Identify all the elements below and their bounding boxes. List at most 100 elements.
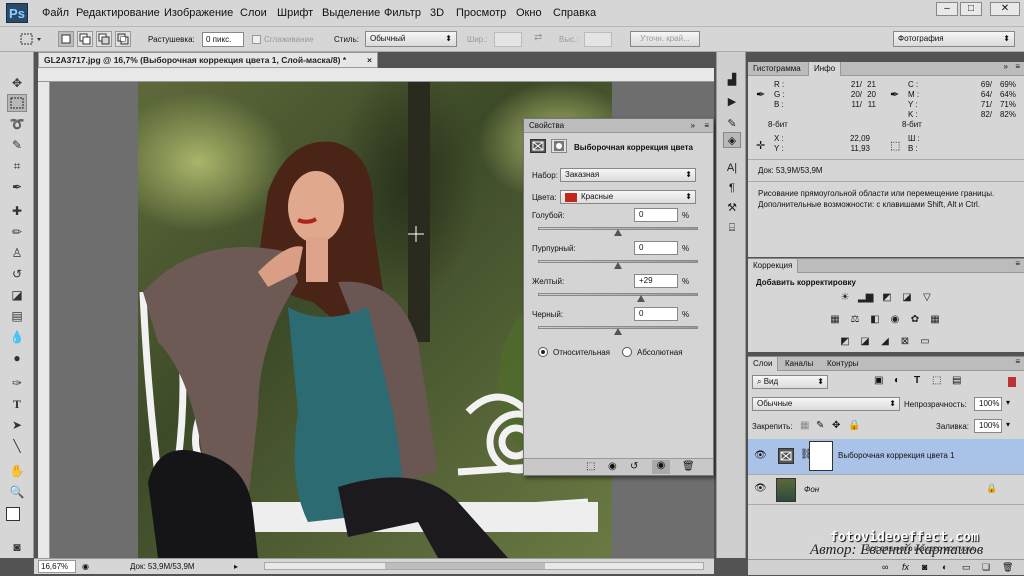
slider-value-input[interactable]: +29 — [634, 274, 678, 288]
slider-thumb[interactable] — [637, 295, 646, 302]
filter-shape-icon[interactable]: ⬚ — [932, 375, 941, 386]
reset-icon[interactable]: ↺ — [630, 461, 638, 472]
slider-value-input[interactable]: 0 — [634, 208, 678, 222]
slider-thumb[interactable] — [614, 229, 622, 236]
workspace-select[interactable]: Фотография ⬍ — [893, 31, 1015, 47]
lock-all-icon[interactable]: 🔒 — [848, 420, 860, 431]
channel-mixer-icon[interactable]: ✿ — [908, 314, 922, 326]
absolute-radio[interactable] — [622, 347, 632, 357]
new-group-icon[interactable]: ▭ — [962, 562, 971, 573]
tab-histogram[interactable]: Гистограмма — [748, 62, 806, 76]
history-brush-tool-icon[interactable]: ↺ — [7, 265, 27, 283]
filter-pixel-icon[interactable]: ▣ — [874, 375, 883, 386]
close-button[interactable]: ✕ — [990, 2, 1020, 16]
refine-edge-button[interactable]: Уточн. край... — [630, 31, 700, 47]
play-icon[interactable]: ▶ — [723, 94, 741, 110]
line-tool-icon[interactable]: ╲ — [7, 437, 27, 455]
slider-thumb[interactable] — [614, 262, 622, 269]
scroll-thumb[interactable] — [385, 563, 545, 569]
filter-toggle[interactable] — [1008, 377, 1016, 387]
opacity-input[interactable]: 100% — [974, 397, 1002, 411]
style-select[interactable]: Обычный ⬍ — [365, 31, 457, 47]
eye-icon[interactable]: 👁 — [754, 483, 767, 494]
color-lookup-icon[interactable]: ▦ — [928, 314, 942, 326]
vibrance-icon[interactable]: ▽ — [920, 292, 934, 304]
document-tab[interactable]: GL2A3717.jpg @ 16,7% (Выборочная коррекц… — [38, 52, 378, 68]
slider-value-input[interactable]: 0 — [634, 241, 678, 255]
panel-menu-icon[interactable]: ≡ — [1015, 357, 1020, 366]
menu-type[interactable]: Шрифт — [277, 7, 313, 19]
blur-tool-icon[interactable]: 💧 — [7, 328, 27, 346]
layer-mask-thumbnail[interactable] — [809, 441, 833, 471]
tab-channels[interactable]: Каналы — [780, 357, 818, 371]
levels-icon[interactable]: ▂▆ — [858, 292, 873, 304]
status-arrow-icon[interactable]: ▸ — [234, 559, 238, 574]
swap-icon[interactable]: ⇄ — [534, 32, 542, 43]
relative-radio[interactable] — [538, 347, 548, 357]
lock-transparent-icon[interactable]: ▦ — [800, 420, 809, 431]
zoom-field[interactable]: 16,67% — [38, 560, 76, 573]
gradient-map-icon[interactable]: ▭ — [918, 336, 932, 348]
rect-marquee-tool-icon[interactable] — [7, 94, 27, 112]
menu-select[interactable]: Выделение — [322, 7, 380, 19]
color-balance-icon[interactable]: ⚖ — [848, 314, 862, 326]
add-mask-icon[interactable]: ◙ — [922, 562, 927, 572]
hue-saturation-icon[interactable]: ▦ — [828, 314, 842, 326]
brush-preset-icon[interactable]: ✎ — [723, 116, 741, 132]
panel-menu-icon[interactable]: ≡ — [1015, 259, 1020, 268]
adjustments-icon[interactable]: ◈ — [723, 132, 741, 148]
new-selection-button[interactable] — [58, 31, 74, 47]
menu-edit[interactable]: Редактирование — [76, 7, 160, 19]
healing-brush-tool-icon[interactable]: ✚ — [7, 202, 27, 220]
new-adjustment-icon[interactable]: ◐ — [942, 562, 947, 572]
fill-input[interactable]: 100% — [974, 419, 1002, 433]
subtract-selection-button[interactable] — [96, 31, 112, 47]
maximize-button[interactable]: □ — [960, 2, 982, 16]
tab-layers[interactable]: Слои — [748, 357, 779, 371]
opacity-arrow-icon[interactable]: ▾ — [1006, 398, 1010, 407]
swatches-icon[interactable]: A| — [723, 160, 741, 176]
black-white-icon[interactable]: ◧ — [868, 314, 882, 326]
filter-smart-icon[interactable]: ▤ — [952, 375, 961, 386]
add-selection-button[interactable] — [77, 31, 93, 47]
invert-icon[interactable]: ◩ — [838, 336, 852, 348]
fx-icon[interactable]: fx — [902, 562, 909, 572]
menu-layers[interactable]: Слои — [240, 7, 267, 19]
layer-name[interactable]: Фон — [804, 485, 819, 494]
clone-stamp-tool-icon[interactable]: ♙ — [7, 244, 27, 262]
selective-color-adj-icon[interactable]: ⊠ — [898, 336, 912, 348]
new-layer-icon[interactable]: ❏ — [982, 562, 990, 573]
slider-value-input[interactable]: 0 — [634, 307, 678, 321]
tab-adjustments[interactable]: Коррекция — [748, 259, 799, 273]
blend-mode-select[interactable]: Обычные ⬍ — [752, 397, 900, 411]
gradient-tool-icon[interactable]: ▤ — [7, 307, 27, 325]
tab-info[interactable]: Инфо — [808, 62, 842, 76]
tool-presets-icon[interactable]: ⚒ — [723, 200, 741, 216]
layer-row-selective-color[interactable]: 👁 ⛓ Выборочная коррекция цвета 1 — [748, 439, 1024, 475]
delete-layer-icon[interactable]: 🗑 — [1002, 562, 1013, 573]
eye-icon[interactable]: 👁 — [754, 450, 767, 461]
feather-input[interactable]: 0 пикс. — [202, 32, 244, 47]
foreground-color-swatch[interactable] — [6, 507, 20, 521]
width-input[interactable] — [494, 32, 522, 47]
zoom-tool-icon[interactable]: 🔍 — [7, 483, 27, 501]
menu-3d[interactable]: 3D — [430, 7, 444, 19]
histogram-icon[interactable]: ▟ — [723, 72, 741, 88]
lock-position-icon[interactable]: ✥ — [832, 420, 840, 431]
menu-view[interactable]: Просмотр — [456, 7, 506, 19]
eyedropper-tool-icon[interactable]: ✒ — [7, 178, 27, 196]
filter-adjustment-icon[interactable]: ◐ — [894, 375, 900, 386]
menu-filter[interactable]: Фильтр — [384, 7, 421, 19]
menu-window[interactable]: Окно — [516, 7, 542, 19]
panel-menu-icon[interactable]: ≡ — [704, 119, 709, 132]
pen-tool-icon[interactable]: ✑ — [7, 374, 27, 392]
layer-filter-select[interactable]: ⌕ Вид ⬍ — [752, 375, 828, 389]
lock-image-icon[interactable]: ✎ — [816, 420, 824, 431]
horizontal-scrollbar[interactable] — [264, 562, 704, 570]
trash-icon[interactable]: 🗑 — [682, 461, 695, 472]
fill-arrow-icon[interactable]: ▾ — [1006, 420, 1010, 429]
collapse-icon[interactable]: » — [1004, 62, 1008, 71]
type-tool-icon[interactable]: T — [7, 395, 27, 413]
quick-select-tool-icon[interactable]: ✎ — [7, 136, 27, 154]
preset-select[interactable]: Заказная ⬍ — [560, 168, 696, 182]
